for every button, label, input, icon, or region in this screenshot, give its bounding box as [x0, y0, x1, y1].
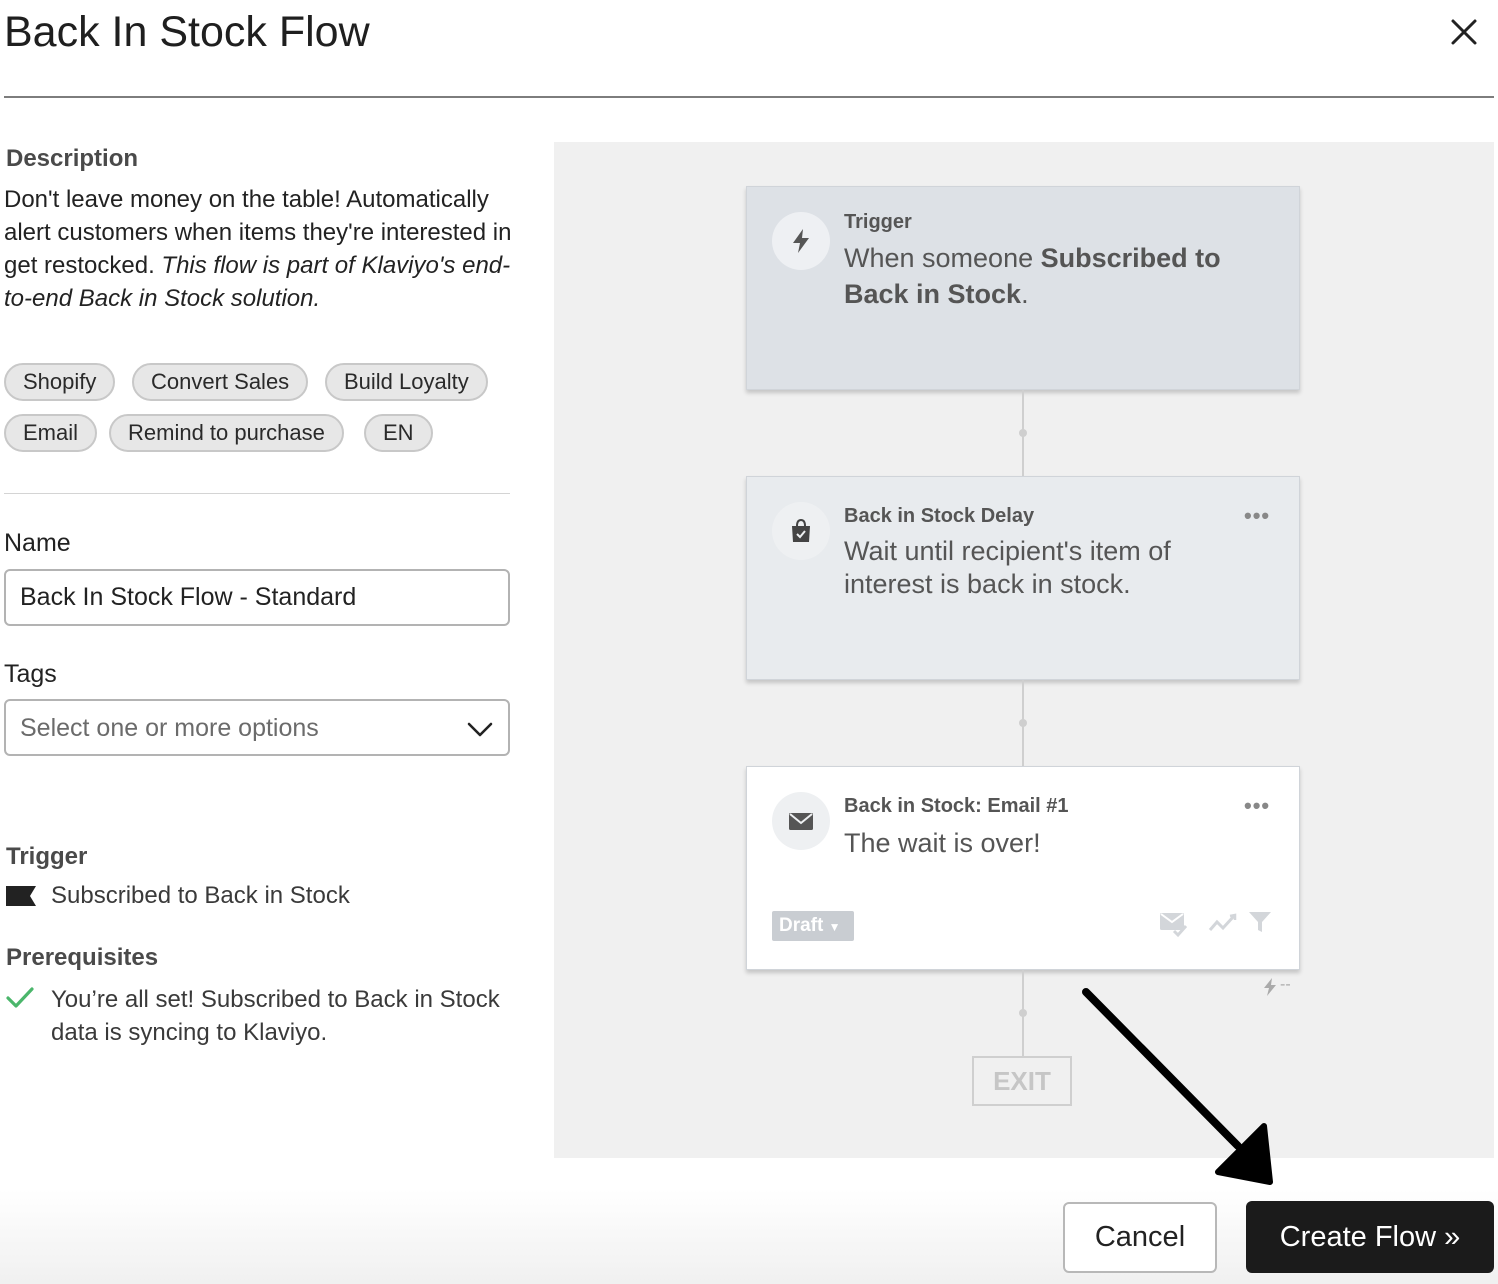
caret-down-icon: ▼: [828, 920, 841, 934]
connector-dot: [1019, 1009, 1027, 1017]
lightning-icon: [793, 229, 809, 253]
envelope-icon: [789, 813, 813, 830]
chip-convert-sales: Convert Sales: [132, 363, 309, 401]
trigger-node-icon-wrap: [772, 212, 830, 270]
filter-icon: [1249, 912, 1271, 932]
description-label: Description: [6, 145, 139, 172]
delay-node: Back in Stock Delay Wait until recipient…: [746, 476, 1300, 680]
delay-node-icon-wrap: [772, 502, 830, 560]
flow-preview: Trigger When someone Subscribed to Back …: [554, 142, 1494, 1158]
header-divider: [4, 96, 1494, 98]
trigger-node-text-suffix: .: [1021, 279, 1029, 309]
chip-email: Email: [4, 414, 98, 452]
delay-node-text: Wait until recipient's item of interest …: [844, 536, 1171, 599]
connector-dot: [1019, 719, 1027, 727]
email-node: Back in Stock: Email #1 The wait is over…: [746, 766, 1300, 970]
pointer-arrow-icon: [1082, 988, 1273, 1185]
cancel-button[interactable]: Cancel: [1063, 1202, 1217, 1273]
exit-node: EXIT: [972, 1056, 1072, 1106]
chip-shopify: Shopify: [4, 363, 116, 401]
email-node-icon-wrap: [772, 792, 830, 850]
check-icon: [6, 987, 34, 1008]
flag-icon: [6, 886, 36, 906]
draft-status-dropdown[interactable]: Draft ▼: [772, 911, 854, 941]
trigger-node-text-prefix: When someone: [844, 243, 1041, 273]
create-flow-button[interactable]: Create Flow »: [1246, 1201, 1494, 1273]
name-input[interactable]: [4, 569, 510, 626]
trigger-node: Trigger When someone Subscribed to Back …: [746, 186, 1300, 390]
delay-node-menu[interactable]: •••: [1244, 503, 1270, 529]
trend-icon: [1208, 913, 1237, 931]
email-node-text: The wait is over!: [844, 828, 1041, 858]
prerequisites-label: Prerequisites: [6, 944, 159, 971]
prerequisites-text: You’re all set! Subscribed to Back in St…: [51, 986, 500, 1046]
delay-node-label: Back in Stock Delay: [844, 505, 1035, 527]
tags-label: Tags: [4, 660, 57, 688]
trigger-label: Trigger: [6, 843, 88, 870]
section-divider: [4, 493, 510, 494]
connector-dot: [1019, 429, 1027, 437]
close-icon[interactable]: [1446, 14, 1482, 50]
draft-status-label: Draft: [779, 915, 824, 936]
shopping-bag-icon: [792, 518, 810, 542]
description-text: Don't leave money on the table! Automati…: [4, 183, 514, 315]
trigger-node-text: When someone Subscribed to Back in Stock…: [844, 240, 1264, 312]
tags-select[interactable]: Select one or more options: [4, 699, 510, 756]
chip-language: EN: [364, 414, 433, 452]
chevron-down-icon: [467, 722, 493, 737]
tags-placeholder: Select one or more options: [20, 714, 319, 742]
modal-title: Back In Stock Flow: [4, 8, 370, 56]
chip-build-loyalty: Build Loyalty: [325, 363, 488, 401]
email-node-menu[interactable]: •••: [1244, 793, 1270, 819]
email-node-label: Back in Stock: Email #1: [844, 795, 1069, 817]
email-check-icon: [1160, 913, 1188, 938]
trigger-value: Subscribed to Back in Stock: [51, 882, 350, 909]
trigger-node-label: Trigger: [844, 211, 912, 233]
chip-remind-to-purchase: Remind to purchase: [109, 414, 344, 452]
name-label: Name: [4, 529, 71, 557]
